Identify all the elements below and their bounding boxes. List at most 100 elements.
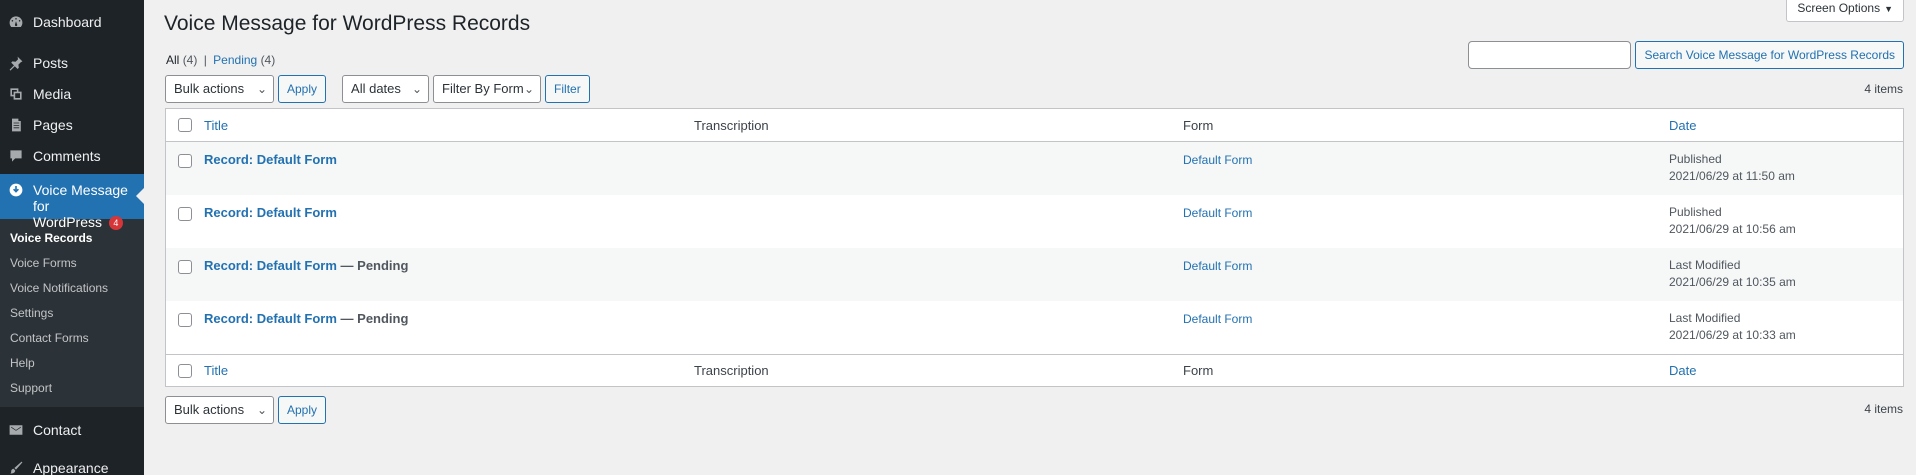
record-date: 2021/06/29 at 10:33 am bbox=[1669, 328, 1796, 342]
menu-label: Posts bbox=[33, 54, 69, 71]
status-filter-links: All (4) | Pending (4) bbox=[166, 53, 275, 67]
row-checkbox[interactable] bbox=[178, 207, 192, 221]
form-filter-value: Filter By Form bbox=[442, 81, 524, 96]
record-date: 2021/06/29 at 10:56 am bbox=[1669, 222, 1796, 236]
menu-item-voice-message[interactable]: Voice Message for WordPress 4 bbox=[0, 174, 144, 230]
filter-button[interactable]: Filter bbox=[545, 75, 590, 103]
menu-label: Comments bbox=[33, 147, 101, 164]
filter-all-link[interactable]: All (4) bbox=[166, 53, 197, 67]
menu-item-pages[interactable]: Pages bbox=[0, 109, 144, 140]
search-input[interactable] bbox=[1468, 41, 1632, 69]
main-content: Voice Message for WordPress Records Scre… bbox=[144, 0, 1916, 475]
menu-item-dashboard[interactable]: Dashboard bbox=[0, 6, 144, 37]
filter-pending-label: Pending bbox=[213, 53, 258, 67]
filter-all-label: All bbox=[166, 53, 180, 67]
form-column-header: Form bbox=[1183, 117, 1214, 133]
menu-label: Media bbox=[33, 85, 72, 102]
row-checkbox[interactable] bbox=[178, 313, 192, 327]
menu-item-media[interactable]: Media bbox=[0, 78, 144, 109]
record-title-link[interactable]: Record: Default Form bbox=[204, 205, 337, 220]
record-title-link[interactable]: Record: Default Form bbox=[204, 152, 337, 167]
bulk-actions-select-bottom[interactable]: Bulk actions ⌄ bbox=[165, 396, 274, 424]
caret-down-icon: ▼ bbox=[1884, 4, 1893, 14]
submenu-item-support[interactable]: Support bbox=[0, 376, 144, 401]
bulk-actions-value: Bulk actions bbox=[174, 402, 245, 417]
record-date: 2021/06/29 at 10:35 am bbox=[1669, 275, 1796, 289]
menu-item-appearance[interactable]: Appearance bbox=[0, 449, 144, 475]
menu-label: Appearance bbox=[33, 460, 109, 475]
menu-label: Dashboard bbox=[33, 13, 102, 30]
date-column-sort[interactable]: Date bbox=[1669, 118, 1696, 133]
menu-label: Voice Message for WordPress 4 bbox=[33, 182, 144, 230]
items-count: 4 items bbox=[1864, 82, 1903, 96]
chevron-down-icon: ⌄ bbox=[256, 82, 267, 96]
submenu-item-voice-forms[interactable]: Voice Forms bbox=[0, 251, 144, 276]
table-row: Record: Default Form Default Form Publis… bbox=[166, 195, 1903, 248]
record-status: Published bbox=[1669, 152, 1722, 166]
form-link[interactable]: Default Form bbox=[1183, 153, 1252, 167]
row-checkbox[interactable] bbox=[178, 260, 192, 274]
submenu-item-voice-notifications[interactable]: Voice Notifications bbox=[0, 276, 144, 301]
record-state: — Pending bbox=[340, 311, 409, 326]
screen-options-label: Screen Options bbox=[1797, 1, 1881, 15]
search-records-button[interactable]: Search Voice Message for WordPress Recor… bbox=[1635, 41, 1904, 69]
search-box: Search Voice Message for WordPress Recor… bbox=[1468, 41, 1904, 69]
comments-icon bbox=[8, 148, 24, 164]
dates-select[interactable]: All dates ⌄ bbox=[342, 75, 430, 103]
menu-item-posts[interactable]: Posts bbox=[0, 47, 144, 78]
menu-label: Pages bbox=[33, 116, 73, 133]
bulk-actions-value: Bulk actions bbox=[174, 81, 245, 96]
form-link[interactable]: Default Form bbox=[1183, 312, 1252, 326]
dashboard-icon bbox=[8, 14, 24, 30]
voice-icon bbox=[8, 182, 24, 198]
transcription-column-header: Transcription bbox=[694, 117, 769, 133]
submenu-item-settings[interactable]: Settings bbox=[0, 301, 144, 326]
record-status: Last Modified bbox=[1669, 311, 1741, 325]
update-count-badge: 4 bbox=[108, 216, 123, 230]
menu-item-comments[interactable]: Comments bbox=[0, 140, 144, 171]
chevron-down-icon: ⌄ bbox=[256, 403, 267, 417]
screen-options-button[interactable]: Screen Options ▼ bbox=[1786, 0, 1904, 22]
record-status: Published bbox=[1669, 205, 1722, 219]
select-all-checkbox[interactable] bbox=[178, 118, 192, 132]
table-row: Record: Default Form — Pending Default F… bbox=[166, 301, 1903, 354]
admin-sidebar: Dashboard Posts Media Pages Comments Voi… bbox=[0, 0, 144, 475]
filter-pending-count: (4) bbox=[260, 53, 276, 67]
brush-icon bbox=[8, 460, 24, 475]
form-link[interactable]: Default Form bbox=[1183, 206, 1252, 220]
table-footer: Title Transcription Form Date bbox=[166, 354, 1903, 386]
chevron-down-icon: ⌄ bbox=[523, 82, 535, 96]
media-icon bbox=[8, 86, 24, 102]
submenu-item-contact-forms[interactable]: Contact Forms bbox=[0, 326, 144, 351]
menu-item-contact[interactable]: Contact bbox=[0, 411, 144, 449]
filter-pending-link[interactable]: Pending (4) bbox=[213, 53, 275, 67]
record-state: — Pending bbox=[340, 258, 409, 273]
transcription-column-footer: Transcription bbox=[694, 363, 769, 378]
apply-button[interactable]: Apply bbox=[278, 75, 327, 103]
date-column-sort-footer[interactable]: Date bbox=[1669, 363, 1696, 378]
row-checkbox[interactable] bbox=[178, 154, 192, 168]
submenu-item-help[interactable]: Help bbox=[0, 351, 144, 376]
record-title-link[interactable]: Record: Default Form bbox=[204, 258, 337, 273]
record-title-link[interactable]: Record: Default Form bbox=[204, 311, 337, 326]
form-filter-select[interactable]: Filter By Form ⌄ bbox=[433, 75, 542, 103]
table-row: Record: Default Form Default Form Publis… bbox=[166, 142, 1903, 195]
apply-button-bottom[interactable]: Apply bbox=[278, 396, 327, 424]
record-status: Last Modified bbox=[1669, 258, 1741, 272]
items-count-bottom: 4 items bbox=[1864, 402, 1903, 416]
menu-label-line2: WordPress bbox=[33, 214, 102, 230]
form-link[interactable]: Default Form bbox=[1183, 259, 1252, 273]
chevron-down-icon: ⌄ bbox=[411, 82, 423, 96]
filter-separator: | bbox=[203, 53, 207, 67]
form-column-footer: Form bbox=[1183, 363, 1214, 378]
select-all-checkbox-footer[interactable] bbox=[178, 363, 192, 378]
tablenav-top: Bulk actions ⌄ Apply All dates ⌄ Filter By… bbox=[165, 75, 590, 103]
title-column-sort-footer[interactable]: Title bbox=[204, 363, 228, 378]
menu-label: Contact bbox=[33, 422, 82, 438]
title-column-sort[interactable]: Title bbox=[204, 118, 228, 133]
submenu: Voice Records Voice Forms Voice Notifica… bbox=[0, 219, 144, 407]
mail-icon bbox=[8, 422, 24, 438]
pin-icon bbox=[8, 55, 24, 71]
bulk-actions-select[interactable]: Bulk actions ⌄ bbox=[165, 75, 274, 103]
table-row: Record: Default Form — Pending Default F… bbox=[166, 248, 1903, 301]
